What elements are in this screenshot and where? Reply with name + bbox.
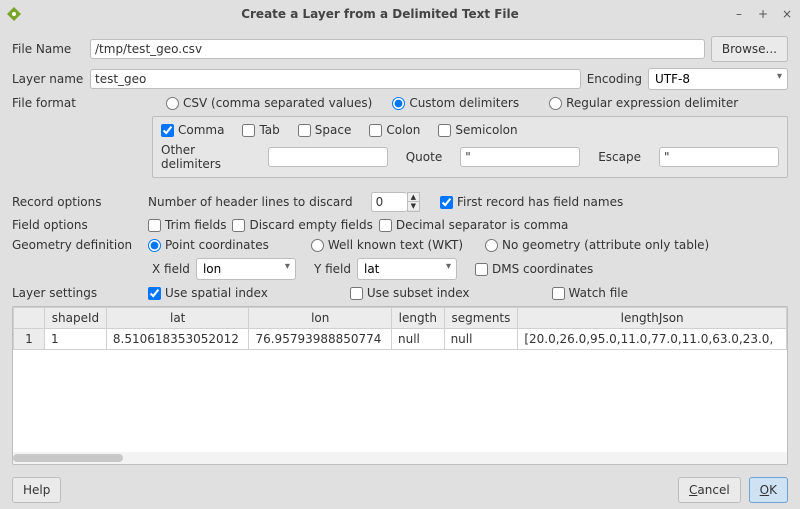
delimiter-box: Comma Tab Space Colon Semicolon Other de… [152, 116, 788, 178]
header-lines-label: Number of header lines to discard [148, 195, 353, 209]
quote-input[interactable] [460, 147, 580, 167]
watch-file-check[interactable]: Watch file [552, 286, 628, 300]
window-title: Create a Layer from a Delimited Text Fil… [28, 7, 732, 21]
spin-down-icon[interactable]: ▼ [408, 202, 419, 210]
geom-none-radio[interactable]: No geometry (attribute only table) [485, 238, 709, 252]
layer-settings-label: Layer settings [12, 286, 142, 300]
format-custom-radio[interactable]: Custom delimiters [392, 96, 519, 110]
app-icon [6, 6, 22, 22]
cancel-button[interactable]: Cancel [678, 477, 741, 503]
xfield-select[interactable]: lon [196, 258, 296, 280]
header-lines-input[interactable] [371, 192, 407, 212]
trim-fields-check[interactable]: Trim fields [148, 218, 226, 232]
delim-tab-check[interactable]: Tab [242, 123, 279, 137]
delim-semicolon-check[interactable]: Semicolon [438, 123, 517, 137]
yfield-select[interactable]: lat [357, 258, 457, 280]
spin-up-icon[interactable]: ▲ [408, 193, 419, 202]
preview-table: shapeId lat lon length segments lengthJs… [12, 306, 788, 465]
delim-comma-check[interactable]: Comma [161, 123, 224, 137]
maximize-icon[interactable]: + [756, 7, 770, 21]
spatial-index-check[interactable]: Use spatial index [148, 286, 268, 300]
horizontal-scrollbar[interactable] [13, 452, 787, 464]
other-delim-input[interactable] [268, 147, 388, 167]
yfield-label: Y field [314, 262, 351, 276]
geom-point-radio[interactable]: Point coordinates [148, 238, 269, 252]
encoding-label: Encoding [587, 72, 642, 86]
delim-colon-check[interactable]: Colon [369, 123, 420, 137]
filename-input[interactable] [90, 39, 705, 59]
escape-label: Escape [598, 150, 641, 164]
browse-button[interactable]: Browse... [711, 36, 788, 62]
encoding-select[interactable]: UTF-8 [648, 68, 788, 90]
discard-empty-check[interactable]: Discard empty fields [232, 218, 372, 232]
fileformat-label: File format [12, 96, 84, 110]
subset-index-check[interactable]: Use subset index [350, 286, 470, 300]
table-header-row: shapeId lat lon length segments lengthJs… [14, 308, 787, 329]
record-options-label: Record options [12, 195, 142, 209]
layername-input[interactable] [90, 69, 581, 89]
format-csv-radio[interactable]: CSV (comma separated values) [166, 96, 372, 110]
other-delim-label: Other delimiters [161, 143, 250, 171]
filename-label: File Name [12, 42, 84, 56]
ok-button[interactable]: OK [749, 477, 788, 503]
delim-space-check[interactable]: Space [298, 123, 352, 137]
field-options-label: Field options [12, 218, 142, 232]
table-row[interactable]: 1 1 8.510618353052012 76.95793988850774 … [14, 329, 787, 350]
quote-label: Quote [406, 150, 442, 164]
xfield-label: X field [152, 262, 190, 276]
dms-check[interactable]: DMS coordinates [475, 262, 593, 276]
format-regex-radio[interactable]: Regular expression delimiter [549, 96, 738, 110]
close-icon[interactable]: × [780, 7, 794, 21]
escape-input[interactable] [659, 147, 779, 167]
first-record-names-check[interactable]: First record has field names [440, 195, 623, 209]
layername-label: Layer name [12, 72, 84, 86]
help-button[interactable]: Help [12, 477, 61, 503]
geom-wkt-radio[interactable]: Well known text (WKT) [311, 238, 463, 252]
header-lines-spinner[interactable]: ▲▼ [371, 192, 420, 212]
minimize-icon[interactable]: – [732, 7, 746, 21]
geometry-def-label: Geometry definition [12, 238, 142, 252]
decimal-comma-check[interactable]: Decimal separator is comma [379, 218, 569, 232]
